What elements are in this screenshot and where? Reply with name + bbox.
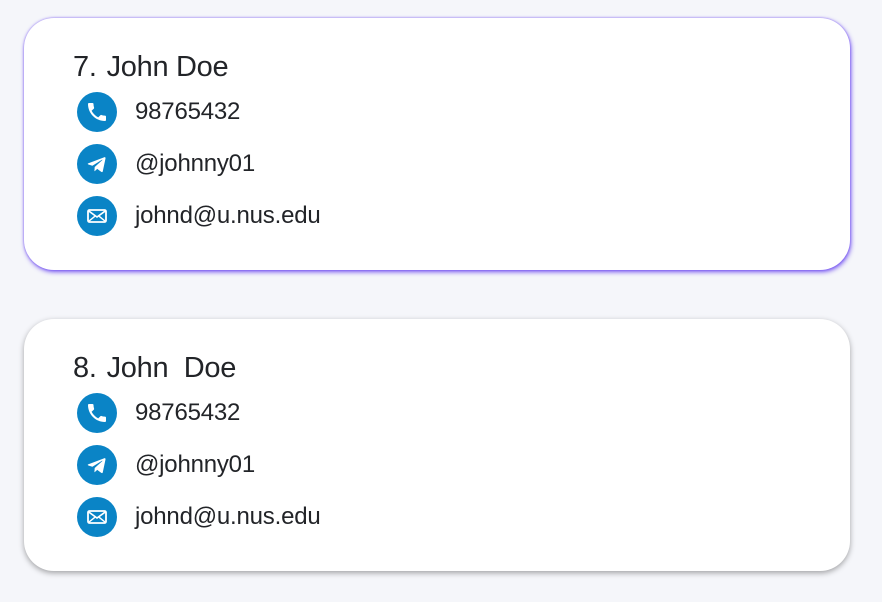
contact-email: johnd@u.nus.edu xyxy=(135,202,321,229)
contact-phone-row: 98765432 xyxy=(77,393,240,433)
contact-list: 7. John Doe 98765432 @johnny01 johnd@u.n… xyxy=(0,0,882,602)
contact-telegram-row: @johnny01 xyxy=(77,445,255,485)
contact-index: 7. xyxy=(73,51,97,83)
telegram-icon xyxy=(77,144,117,184)
contact-index: 8. xyxy=(73,352,97,384)
contact-phone: 98765432 xyxy=(135,98,241,125)
contact-name: John Doe xyxy=(106,352,237,384)
contact-title: 7. John Doe xyxy=(73,50,229,84)
contact-card-7[interactable]: 7. John Doe 98765432 @johnny01 johnd@u.n… xyxy=(24,18,850,270)
contact-telegram: @johnny01 xyxy=(135,150,255,177)
contact-email-row: johnd@u.nus.edu xyxy=(77,497,321,537)
email-icon xyxy=(77,196,117,236)
contact-email: johnd@u.nus.edu xyxy=(135,503,321,530)
contact-name: John Doe xyxy=(106,51,229,83)
contact-phone-row: 98765432 xyxy=(77,92,240,132)
email-icon xyxy=(77,497,117,537)
contact-email-row: johnd@u.nus.edu xyxy=(77,196,321,236)
contact-telegram: @johnny01 xyxy=(135,451,255,478)
contact-phone: 98765432 xyxy=(135,399,241,426)
contact-telegram-row: @johnny01 xyxy=(77,144,255,184)
contact-card-8[interactable]: 8. John Doe 98765432 @johnny01 johnd@u.n… xyxy=(24,319,850,571)
phone-icon xyxy=(77,393,117,433)
telegram-icon xyxy=(77,445,117,485)
contact-title: 8. John Doe xyxy=(73,351,236,385)
phone-icon xyxy=(77,92,117,132)
